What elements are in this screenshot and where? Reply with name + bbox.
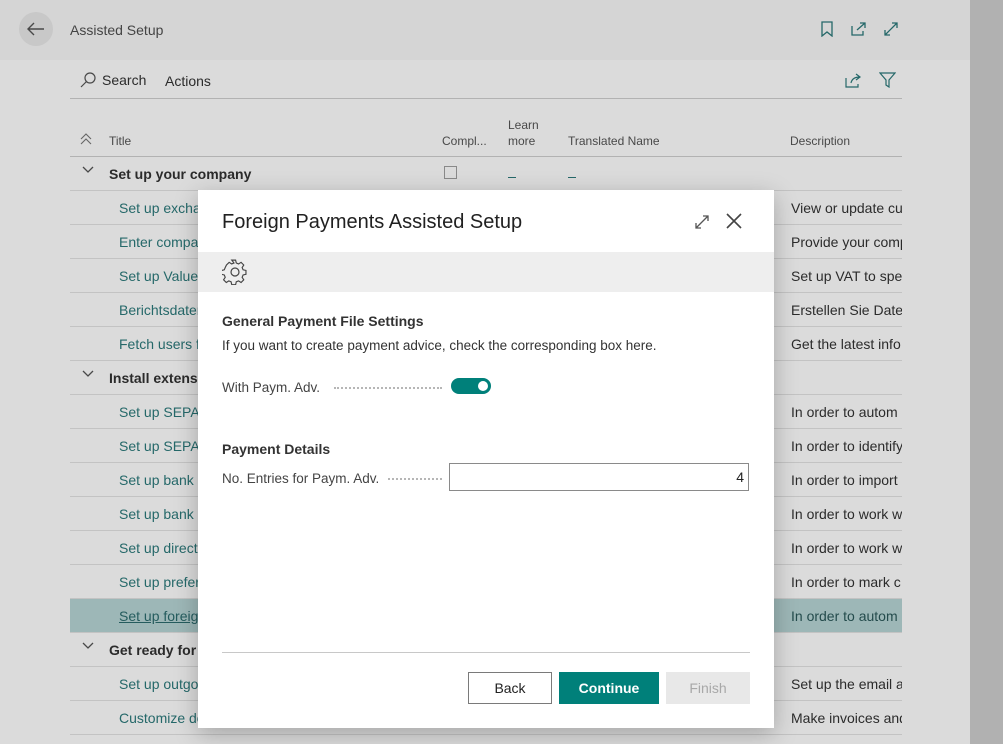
toggle-knob (478, 381, 488, 391)
field-leader (334, 386, 442, 389)
footer-divider (222, 652, 750, 653)
payment-details-heading: Payment Details (222, 441, 331, 457)
field-leader (388, 477, 442, 480)
finish-button[interactable]: Finish (666, 672, 750, 704)
gear-icon (222, 259, 247, 285)
entries-input[interactable] (449, 463, 749, 491)
entries-label: No. Entries for Paym. Adv. (222, 471, 380, 486)
dialog-banner (198, 252, 774, 292)
foreign-payments-dialog: Foreign Payments Assisted Setup General … (198, 190, 774, 728)
expand-dialog-icon[interactable] (692, 212, 712, 232)
general-settings-heading: General Payment File Settings (222, 313, 424, 329)
with-paym-adv-toggle[interactable] (451, 378, 491, 394)
with-paym-adv-label: With Paym. Adv. (222, 380, 321, 395)
general-settings-instructions: If you want to create payment advice, ch… (222, 338, 657, 353)
close-icon[interactable] (724, 211, 744, 231)
continue-button[interactable]: Continue (559, 672, 659, 704)
back-button[interactable]: Back (468, 672, 552, 704)
dialog-title: Foreign Payments Assisted Setup (222, 211, 523, 233)
